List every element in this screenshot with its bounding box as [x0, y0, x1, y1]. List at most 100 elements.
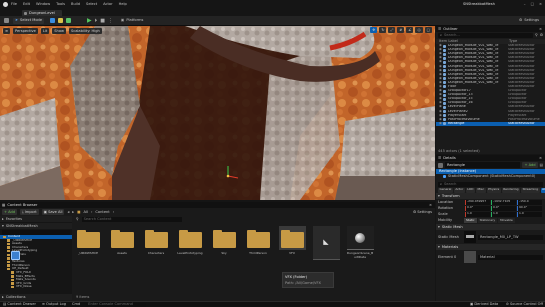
derived-data-button[interactable]: ▣ Derived Data	[470, 302, 498, 306]
scale-x-field[interactable]: 1.0	[465, 211, 490, 217]
close-outliner-icon[interactable]: ×	[539, 27, 542, 31]
blueprint-icon[interactable]	[58, 18, 64, 23]
location-x-field[interactable]: -290.039957	[465, 199, 490, 205]
outliner-row[interactable]: ◉ Rectangle StaticMeshActor	[436, 121, 545, 126]
tree-item[interactable]: VFX_Noise	[0, 285, 72, 289]
filter-icon[interactable]: ⚲	[76, 217, 79, 221]
actor-name-input[interactable]: Rectangle	[445, 162, 521, 168]
select-mode-dropdown[interactable]: ➤ Select Mode	[13, 17, 45, 24]
folder-tile[interactable]: Sky	[210, 226, 238, 256]
angle-snap-icon[interactable]: ∠	[406, 27, 414, 33]
platforms-button[interactable]: ▣ Platforms	[121, 18, 143, 22]
blueprint-icon-details[interactable]: ▤	[540, 163, 543, 167]
filter-tab-all[interactable]: All	[540, 187, 545, 193]
static-mesh-thumbnail[interactable]	[464, 231, 476, 243]
close-details-icon[interactable]: ×	[539, 156, 542, 160]
filter-tab-physics[interactable]: Physics	[486, 187, 501, 193]
maximize-viewport-icon[interactable]: ▢	[424, 27, 432, 33]
asset-tile[interactable]: DungeonScene_BuiltData	[346, 226, 374, 259]
grid-snap-icon[interactable]: #	[397, 27, 405, 33]
play-icon[interactable]: ▶	[87, 17, 92, 24]
content-search-input[interactable]: Search Content	[81, 216, 182, 222]
more-options-icon[interactable]: ⋮	[108, 18, 113, 24]
column-item-label[interactable]: Item Label	[439, 39, 509, 43]
menu-item-file[interactable]: File	[11, 2, 17, 6]
outliner-search-input[interactable]: ⌕ Search...	[438, 33, 534, 38]
breadcrumb-content[interactable]: Content	[95, 210, 109, 214]
stop-icon[interactable]: ■	[100, 18, 105, 24]
rotate-tool-icon[interactable]: ↻	[379, 27, 387, 33]
viewport-options-button[interactable]: ≡	[3, 28, 11, 34]
import-button[interactable]: ⤓ Import	[20, 209, 39, 215]
material-picker[interactable]: Material	[478, 254, 543, 260]
folder-tile[interactable]: ThirdPerson	[244, 226, 272, 256]
console-input[interactable]: Enter Console Command	[86, 302, 147, 307]
asset-tile[interactable]: ◣	[312, 226, 340, 262]
close-content-browser-icon[interactable]: ×	[429, 203, 432, 207]
mobility-option-movable[interactable]: Movable	[498, 218, 515, 223]
content-drawer-button[interactable]: ▤ Content Drawer	[3, 302, 36, 306]
folder-tile[interactable]: Assets	[108, 226, 136, 256]
component-child[interactable]: StaticMeshComponent (StaticMeshComponent…	[436, 174, 545, 179]
static-mesh-picker[interactable]: Rectangle_M0_LP_TW	[478, 234, 543, 240]
breadcrumb-all[interactable]: All	[84, 210, 88, 214]
collections-section[interactable]: ▸ Collections	[0, 294, 72, 300]
cmd-dropdown[interactable]: Cmd	[72, 302, 80, 306]
tree-search-input[interactable]	[2, 229, 70, 235]
scalability-button[interactable]: Scalability: High	[68, 28, 102, 34]
column-type[interactable]: Type	[509, 39, 517, 43]
filter-tab-actor[interactable]: Actor	[453, 187, 465, 193]
menu-item-window[interactable]: Window	[36, 2, 50, 6]
menu-item-select[interactable]: Select	[86, 2, 97, 6]
add-actor-icon[interactable]	[50, 18, 56, 23]
scale-y-field[interactable]: 1.0	[491, 211, 516, 217]
close-icon[interactable]: ×	[539, 2, 542, 6]
menu-item-tools[interactable]: Tools	[56, 2, 65, 6]
rotation-z-field[interactable]: 90.0°	[517, 205, 542, 211]
show-button[interactable]: Show	[52, 28, 66, 34]
perspective-button[interactable]: Perspective	[13, 28, 38, 34]
cinematics-icon[interactable]	[66, 18, 72, 23]
forward-icon[interactable]: ▸	[72, 210, 74, 214]
lit-button[interactable]: Lit	[40, 28, 50, 34]
material-thumbnail[interactable]	[464, 251, 476, 263]
folder-tile[interactable]: Characters	[142, 226, 170, 256]
filter-tab-misc[interactable]: Misc	[475, 187, 486, 193]
settings-button[interactable]: ⚙ Settings	[519, 18, 539, 22]
maximize-icon[interactable]: □	[531, 2, 534, 6]
back-icon[interactable]: ◂	[67, 210, 69, 214]
filter-tab-general[interactable]: General	[438, 187, 453, 193]
level-viewport[interactable]	[0, 26, 435, 200]
folder-tile[interactable]: VFX	[278, 226, 306, 256]
filter-icon[interactable]: ⚲	[535, 33, 538, 37]
rotation-y-field[interactable]: 0.0°	[491, 205, 516, 211]
mobility-option-static[interactable]: Static	[464, 218, 477, 223]
filter-tab-lod[interactable]: LOD	[465, 187, 475, 193]
scale-tool-icon[interactable]: ⤢	[388, 27, 396, 33]
filter-tab-streaming[interactable]: Streaming	[521, 187, 540, 193]
camera-speed-icon[interactable]: ◎	[415, 27, 423, 33]
menu-item-build[interactable]: Build	[71, 2, 80, 6]
filter-tab-rendering[interactable]: Rendering	[501, 187, 521, 193]
save-icon[interactable]	[4, 18, 9, 23]
folder-tile[interactable]: _UIRDWSHCE	[74, 226, 102, 256]
outliner-settings-icon[interactable]: ⚙	[540, 33, 543, 37]
mobility-option-stationary[interactable]: Stationary	[477, 218, 498, 223]
source-control-button[interactable]: ⊘ Source Control Off	[506, 302, 543, 306]
details-search-input[interactable]: ⌕ Search	[438, 181, 543, 187]
add-component-button[interactable]: + Add	[522, 162, 538, 168]
rotation-x-field[interactable]: 0.0°	[465, 205, 490, 211]
content-settings-button[interactable]: ⚙ Settings	[413, 210, 432, 214]
menu-item-edit[interactable]: Edit	[23, 2, 30, 6]
favorites-section[interactable]: ▸ Favorites	[0, 216, 72, 222]
folder-tile[interactable]: LevelPrototyping	[176, 226, 204, 256]
save-all-button[interactable]: ▣ Save All	[41, 209, 65, 215]
translate-tool-icon[interactable]: ✥	[370, 27, 378, 33]
menu-item-actor[interactable]: Actor	[103, 2, 112, 6]
location-y-field[interactable]: -1932.7105	[491, 199, 516, 205]
scale-z-field[interactable]: 1.0	[517, 211, 542, 217]
output-log-button[interactable]: ≡ Output Log	[42, 302, 66, 306]
add-button[interactable]: + Add	[2, 209, 18, 215]
menu-item-help[interactable]: Help	[119, 2, 127, 6]
location-z-field[interactable]: -150.0	[517, 199, 542, 205]
